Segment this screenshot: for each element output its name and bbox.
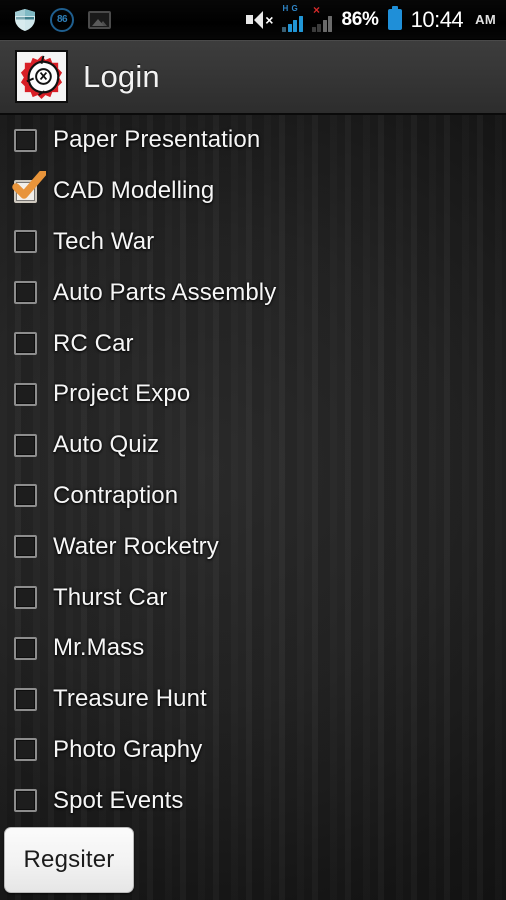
speedometer-badge-icon: 86: [50, 7, 74, 32]
list-item[interactable]: Tech War: [0, 217, 506, 268]
signal-bars-active-icon: H G: [282, 3, 303, 32]
list-item-label: Spot Events: [53, 786, 184, 814]
gallery-icon: [88, 10, 111, 29]
event-checkbox-list[interactable]: Paper Presentation CAD Modelling Tech War A…: [0, 115, 506, 900]
list-item[interactable]: Water Rocketry: [0, 521, 506, 572]
checkbox-unchecked[interactable]: [14, 789, 37, 813]
list-item-label: Thurst Car: [53, 583, 168, 611]
checkbox-unchecked[interactable]: [14, 332, 37, 356]
list-item-label: Tech War: [53, 227, 155, 255]
status-bar: 86 × H G × 86% 10:44 AM: [0, 0, 506, 40]
mute-x-label: ×: [265, 11, 274, 28]
register-button[interactable]: Regsiter: [4, 827, 134, 893]
list-item[interactable]: Project Expo: [0, 369, 506, 420]
clock-label: 10:44: [410, 6, 464, 32]
list-item-label: Water Rocketry: [53, 532, 219, 560]
list-item-label: Paper Presentation: [53, 126, 261, 154]
signal-disabled-x-label: ×: [312, 2, 320, 17]
list-item[interactable]: Spot Events: [0, 775, 506, 826]
checkbox-unchecked[interactable]: [14, 687, 37, 711]
signal-bars-inactive-icon: ×: [311, 4, 333, 32]
checkbox-checked[interactable]: [12, 170, 46, 203]
list-item-label: Project Expo: [53, 380, 191, 408]
page-title: Login: [83, 58, 160, 94]
checkbox-unchecked[interactable]: [14, 230, 37, 254]
checkbox-unchecked[interactable]: [14, 128, 37, 152]
checkbox-unchecked[interactable]: [14, 382, 37, 406]
status-bar-right-icons: × H G × 86% 10:44 AM: [246, 3, 496, 33]
signal-network-label: H G: [282, 3, 299, 13]
battery-full-icon: [387, 6, 402, 30]
list-item-label: Treasure Hunt: [53, 685, 207, 713]
checkbox-unchecked[interactable]: [14, 586, 37, 610]
list-item[interactable]: Auto Quiz: [0, 420, 506, 471]
list-item-label: Auto Quiz: [53, 431, 160, 459]
checkbox-unchecked[interactable]: [14, 484, 37, 508]
checkbox-unchecked[interactable]: [14, 281, 37, 305]
list-item-label: Mr.Mass: [53, 634, 145, 662]
clock-meridiem-label: AM: [475, 12, 496, 27]
list-item[interactable]: Contraption: [0, 471, 506, 522]
checkbox-unchecked[interactable]: [14, 535, 37, 559]
list-item[interactable]: CAD Modelling: [0, 166, 506, 217]
list-item-label: Contraption: [53, 481, 179, 509]
status-bar-left-icons: 86: [14, 7, 111, 32]
action-bar: Login: [0, 40, 506, 115]
checkbox-unchecked[interactable]: [14, 433, 37, 457]
list-item[interactable]: RC Car: [0, 318, 506, 369]
shield-icon: [14, 8, 36, 32]
checkbox-unchecked[interactable]: [14, 636, 37, 660]
volume-mute-icon: ×: [246, 10, 274, 29]
list-item-label: Photo Graphy: [53, 735, 203, 763]
checkbox-unchecked[interactable]: [14, 738, 37, 762]
list-item[interactable]: Treasure Hunt: [0, 674, 506, 725]
battery-percent-label: 86%: [341, 8, 379, 30]
list-item-label: CAD Modelling: [53, 177, 215, 205]
list-item[interactable]: Thurst Car: [0, 572, 506, 623]
list-item-label: Auto Parts Assembly: [53, 278, 277, 306]
list-item-label: RC Car: [53, 329, 134, 357]
gear-logo-icon[interactable]: [15, 50, 68, 103]
list-item[interactable]: Auto Parts Assembly: [0, 267, 506, 318]
list-item[interactable]: Paper Presentation: [0, 115, 506, 166]
list-item[interactable]: Photo Graphy: [0, 725, 506, 776]
list-item[interactable]: Mr.Mass: [0, 623, 506, 674]
phone-screen: 86 × H G × 86% 10:44 AM Login Paper Pres…: [0, 0, 506, 900]
